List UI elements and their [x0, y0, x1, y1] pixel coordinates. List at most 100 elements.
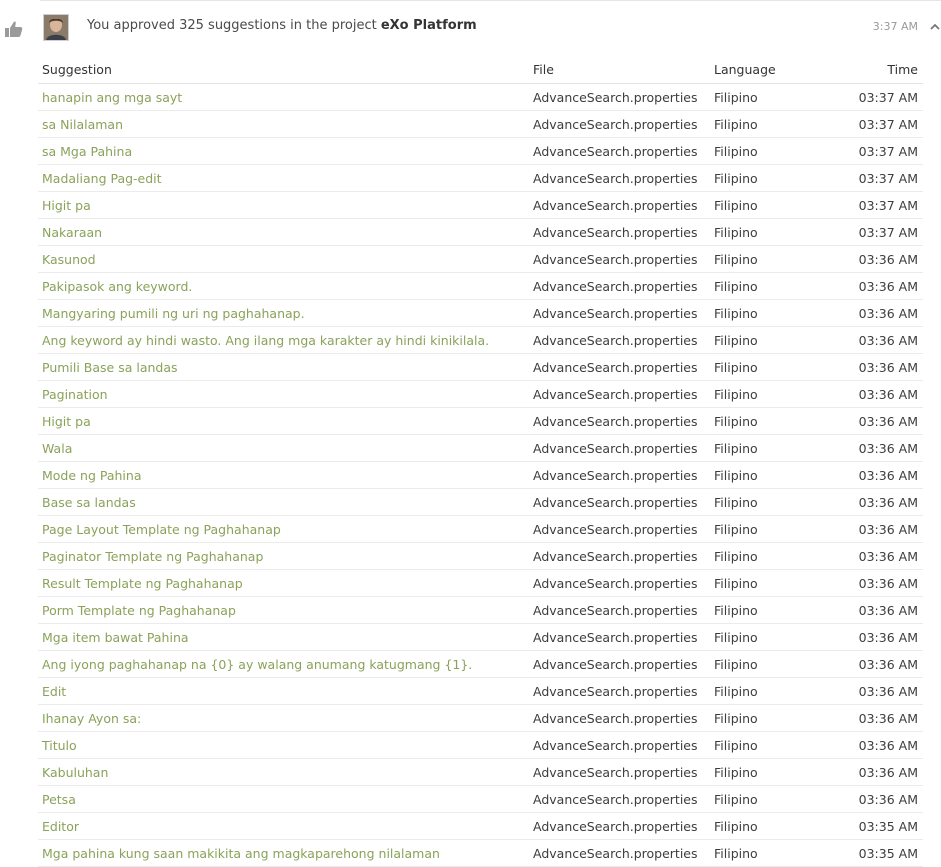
time-cell: 03:36 AM — [828, 785, 923, 813]
suggestion-link[interactable]: Base sa landas — [38, 488, 529, 516]
suggestion-link[interactable]: sa Mga Pahina — [38, 137, 529, 165]
file-cell: AdvanceSearch.properties — [529, 488, 710, 516]
project-link[interactable]: eXo Platform — [381, 18, 477, 33]
time-cell: 03:36 AM — [828, 353, 923, 381]
file-cell: AdvanceSearch.properties — [529, 758, 710, 786]
time-cell: 03:36 AM — [828, 758, 923, 786]
column-header-file: File — [529, 56, 710, 84]
suggestion-link[interactable]: Titulo — [38, 731, 529, 759]
suggestion-link[interactable]: Kasunod — [38, 245, 529, 273]
table-row: Petsa AdvanceSearch.properties Filipino 03:… — [38, 785, 923, 813]
suggestion-link[interactable]: Higit pa — [38, 191, 529, 219]
time-cell: 03:37 AM — [828, 218, 923, 246]
time-cell: 03:36 AM — [828, 434, 923, 462]
notification-message: You approved 325 suggestions in the proj… — [87, 18, 477, 33]
table-row: Nakaraan AdvanceSearch.properties Filipino… — [38, 218, 923, 246]
suggestion-link[interactable]: sa Nilalaman — [38, 110, 529, 138]
column-header-time: Time — [828, 56, 923, 84]
suggestion-link[interactable]: Paginator Template ng Paghahanap — [38, 542, 529, 570]
suggestion-link[interactable]: Pagination — [38, 380, 529, 408]
language-cell: Filipino — [710, 515, 828, 543]
suggestion-link[interactable]: Pumili Base sa landas — [38, 353, 529, 381]
time-cell: 03:36 AM — [828, 326, 923, 354]
language-cell: Filipino — [710, 326, 828, 354]
chevron-up-icon[interactable] — [929, 18, 941, 30]
time-cell: 03:36 AM — [828, 542, 923, 570]
table-row: Paginator Template ng Paghahanap AdvanceS… — [38, 542, 923, 570]
table-row: Editor AdvanceSearch.properties Filipino 03… — [38, 812, 923, 840]
suggestion-link[interactable]: Page Layout Template ng Paghahanap — [38, 515, 529, 543]
time-cell: 03:37 AM — [828, 110, 923, 138]
time-cell: 03:36 AM — [828, 488, 923, 516]
thumbs-up-icon — [4, 20, 24, 38]
table-row: Higit pa AdvanceSearch.properties Filipino… — [38, 191, 923, 219]
time-cell: 03:37 AM — [828, 164, 923, 192]
time-cell: 03:36 AM — [828, 677, 923, 705]
table-row: Mga item bawat Pahina AdvanceSearch.prope… — [38, 623, 923, 651]
suggestion-link[interactable]: Mangyaring pumili ng uri ng paghahanap. — [38, 299, 529, 327]
language-cell: Filipino — [710, 596, 828, 624]
table-row: Mode ng Pahina AdvanceSearch.properties Fi… — [38, 461, 923, 489]
language-cell: Filipino — [710, 569, 828, 597]
suggestion-link[interactable]: Pakipasok ang keyword. — [38, 272, 529, 300]
file-cell: AdvanceSearch.properties — [529, 731, 710, 759]
notification-time: 3:37 AM — [872, 20, 918, 33]
table-row: Mangyaring pumili ng uri ng paghahanap. A… — [38, 299, 923, 327]
language-cell: Filipino — [710, 677, 828, 705]
language-cell: Filipino — [710, 407, 828, 435]
top-divider — [40, 0, 941, 4]
suggestion-link[interactable]: Ang keyword ay hindi wasto. Ang ilang mg… — [38, 326, 529, 354]
suggestion-link[interactable]: Wala — [38, 434, 529, 462]
language-cell: Filipino — [710, 380, 828, 408]
suggestion-link[interactable]: Kabuluhan — [38, 758, 529, 786]
suggestion-link[interactable]: Mga pahina kung saan makikita ang magkap… — [38, 839, 529, 867]
suggestion-link[interactable]: Mga item bawat Pahina — [38, 623, 529, 651]
file-cell: AdvanceSearch.properties — [529, 164, 710, 192]
language-cell: Filipino — [710, 299, 828, 327]
table-row: Ang iyong paghahanap na {0} ay walang an… — [38, 650, 923, 678]
avatar[interactable] — [43, 14, 69, 41]
language-cell: Filipino — [710, 785, 828, 813]
column-header-language: Language — [710, 56, 828, 84]
suggestion-link[interactable]: Petsa — [38, 785, 529, 813]
suggestion-link[interactable]: Mode ng Pahina — [38, 461, 529, 489]
time-cell: 03:36 AM — [828, 380, 923, 408]
file-cell: AdvanceSearch.properties — [529, 245, 710, 273]
language-cell: Filipino — [710, 164, 828, 192]
file-cell: AdvanceSearch.properties — [529, 461, 710, 489]
suggestion-link[interactable]: Edit — [38, 677, 529, 705]
language-cell: Filipino — [710, 272, 828, 300]
language-cell: Filipino — [710, 83, 828, 111]
time-cell: 03:37 AM — [828, 83, 923, 111]
file-cell: AdvanceSearch.properties — [529, 191, 710, 219]
language-cell: Filipino — [710, 704, 828, 732]
suggestion-link[interactable]: Ihanay Ayon sa: — [38, 704, 529, 732]
suggestion-link[interactable]: Higit pa — [38, 407, 529, 435]
time-cell: 03:36 AM — [828, 272, 923, 300]
file-cell: AdvanceSearch.properties — [529, 218, 710, 246]
time-cell: 03:36 AM — [828, 623, 923, 651]
suggestion-link[interactable]: Madaliang Pag-edit — [38, 164, 529, 192]
time-cell: 03:37 AM — [828, 137, 923, 165]
time-cell: 03:37 AM — [828, 191, 923, 219]
suggestion-link[interactable]: Editor — [38, 812, 529, 840]
language-cell: Filipino — [710, 839, 828, 867]
suggestion-link[interactable]: Nakaraan — [38, 218, 529, 246]
suggestion-link[interactable]: Ang iyong paghahanap na {0} ay walang an… — [38, 650, 529, 678]
language-cell: Filipino — [710, 218, 828, 246]
suggestion-link[interactable]: hanapin ang mga sayt — [38, 83, 529, 111]
file-cell: AdvanceSearch.properties — [529, 623, 710, 651]
file-cell: AdvanceSearch.properties — [529, 83, 710, 111]
suggestion-link[interactable]: Result Template ng Paghahanap — [38, 569, 529, 597]
file-cell: AdvanceSearch.properties — [529, 704, 710, 732]
table-row: Pakipasok ang keyword. AdvanceSearch.prop… — [38, 272, 923, 300]
table-row: sa Mga Pahina AdvanceSearch.properties Fil… — [38, 137, 923, 165]
suggestions-table: Suggestion File Language Time hanapin an… — [38, 56, 923, 867]
time-cell: 03:36 AM — [828, 407, 923, 435]
suggestion-link[interactable]: Porm Template ng Paghahanap — [38, 596, 529, 624]
table-row: Titulo AdvanceSearch.properties Filipino 03… — [38, 731, 923, 759]
file-cell: AdvanceSearch.properties — [529, 434, 710, 462]
time-cell: 03:36 AM — [828, 245, 923, 273]
language-cell: Filipino — [710, 353, 828, 381]
table-row: Mga pahina kung saan makikita ang magkap… — [38, 839, 923, 867]
